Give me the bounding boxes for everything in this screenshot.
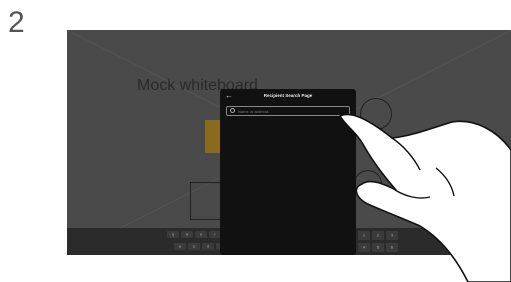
pointing-hand-illustration	[339, 113, 511, 282]
